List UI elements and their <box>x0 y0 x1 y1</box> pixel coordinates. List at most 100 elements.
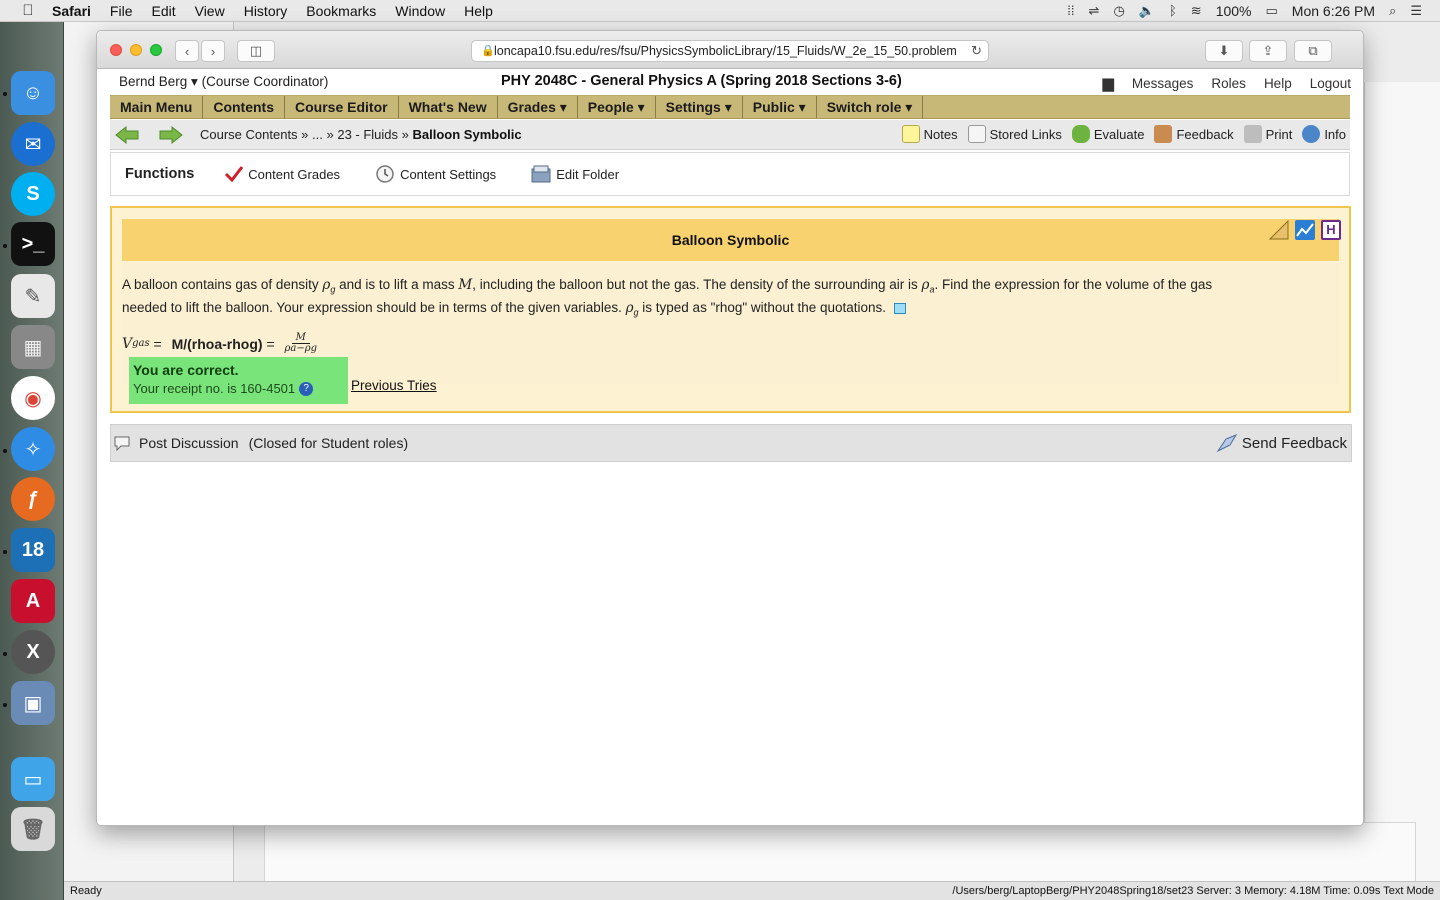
help-h-icon[interactable]: H <box>1321 220 1341 240</box>
battery-percent[interactable]: 100% <box>1216 3 1252 19</box>
thunderbird-icon[interactable]: ✉ <box>11 122 55 166</box>
tabs-overview-button[interactable]: ⧉ <box>1294 40 1332 62</box>
ruler-icon[interactable] <box>1268 219 1289 240</box>
apple-menu-icon[interactable]:  <box>18 2 38 19</box>
crumb-ellipsis[interactable]: ... <box>312 127 323 142</box>
volume-icon[interactable]: 🔈 <box>1139 3 1155 19</box>
note-icon[interactable] <box>893 302 906 314</box>
spotlight-search-icon[interactable]: ⌕ <box>1389 3 1396 19</box>
function-content-settings[interactable]: Content Settings <box>374 164 496 184</box>
nav-public[interactable]: Public ▾ <box>743 96 817 118</box>
tool-stored-links-label: Stored Links <box>989 126 1062 142</box>
tool-info[interactable]: Info <box>1302 125 1346 143</box>
skype-icon[interactable]: S <box>11 172 55 216</box>
x11-icon[interactable]: X <box>11 630 55 674</box>
nav-whats-new[interactable]: What's New <box>399 96 498 118</box>
preview-icon[interactable]: ▣ <box>11 681 55 725</box>
nav-switch-role[interactable]: Switch role ▾ <box>817 96 924 118</box>
menu-app-name[interactable]: Safari <box>52 3 91 19</box>
nav-main-menu[interactable]: Main Menu <box>110 96 204 118</box>
safari-icon[interactable]: ✧ <box>11 427 55 471</box>
folder-icon[interactable]: ▭ <box>11 757 55 801</box>
menu-bookmarks[interactable]: Bookmarks <box>306 3 376 19</box>
breadcrumb-bar: Course Contents » ... » 23 - Fluids » Ba… <box>110 120 1350 150</box>
activity-icon[interactable]: ⁞⁞ <box>1067 3 1074 18</box>
link-roles[interactable]: Roles <box>1211 76 1246 91</box>
menu-window[interactable]: Window <box>395 3 445 19</box>
back-button[interactable]: ‹ <box>175 40 199 62</box>
help-icon[interactable]: ? <box>299 381 314 396</box>
reload-icon[interactable]: ↻ <box>971 43 982 59</box>
menu-view[interactable]: View <box>195 3 225 19</box>
send-feedback-button[interactable]: Send Feedback <box>1216 433 1347 453</box>
tool-feedback[interactable]: Feedback <box>1154 125 1234 143</box>
menu-edit[interactable]: Edit <box>151 3 175 19</box>
forward-arrow-icon[interactable] <box>158 125 184 145</box>
crumb-current: Balloon Symbolic <box>412 127 522 142</box>
safari-window: ‹ › ◫ 🔒 loncapa10.fsu.edu/res/fsu/Physic… <box>96 30 1364 826</box>
submitted-answer: M/(rhoa-rhog) <box>171 335 263 352</box>
notification-center-icon[interactable]: ☰ <box>1410 3 1422 19</box>
user-name-menu[interactable]: Bernd Berg ▾ <box>119 74 198 89</box>
background-status-bar: Ready /Users/berg/LaptopBerg/PHY2048Spri… <box>64 881 1440 900</box>
minimize-window-button[interactable] <box>130 44 142 56</box>
previous-tries-link[interactable]: Previous Tries <box>351 378 437 393</box>
address-bar[interactable]: 🔒 loncapa10.fsu.edu/res/fsu/PhysicsSymbo… <box>471 40 989 62</box>
chart-icon[interactable] <box>1295 220 1315 240</box>
firefox-icon[interactable]: ƒ <box>11 477 55 521</box>
close-window-button[interactable] <box>110 44 122 56</box>
finder-icon[interactable]: ☺ <box>11 71 55 115</box>
textedit-icon[interactable]: ✎ <box>11 274 55 318</box>
url-text: loncapa10.fsu.edu/res/fsu/PhysicsSymboli… <box>494 44 957 58</box>
tool-notes[interactable]: Notes <box>901 125 958 143</box>
back-arrow-icon[interactable] <box>114 125 140 145</box>
sidebar-toggle-button[interactable]: ◫ <box>237 40 275 62</box>
tool-print[interactable]: Print <box>1243 125 1292 143</box>
wifi-icon[interactable]: ≋ <box>1191 3 1202 19</box>
crumb-course-contents[interactable]: Course Contents <box>200 127 298 142</box>
bluetooth-icon[interactable]: ᛒ <box>1169 3 1177 18</box>
menu-help[interactable]: Help <box>464 3 493 19</box>
discussion-bar: Post Discussion (Closed for Student role… <box>110 424 1352 462</box>
notes-icon <box>901 125 920 143</box>
nav-course-editor[interactable]: Course Editor <box>285 96 399 118</box>
menu-file[interactable]: File <box>110 3 133 19</box>
downloads-button[interactable]: ⬇ <box>1205 40 1243 62</box>
time-machine-icon[interactable]: ◷ <box>1113 3 1124 19</box>
maple-icon[interactable]: 18 <box>11 528 55 572</box>
crumb-separator: » <box>398 127 413 142</box>
function-edit-folder[interactable]: Edit Folder <box>530 164 619 184</box>
sync-icon[interactable]: ⇌ <box>1089 3 1100 19</box>
link-logout[interactable]: Logout <box>1310 76 1351 91</box>
terminal-icon[interactable]: >_ <box>11 222 55 266</box>
breadcrumb: Course Contents » ... » 23 - Fluids » Ba… <box>200 127 522 142</box>
share-button[interactable]: ⇪ <box>1249 40 1287 62</box>
bookmark-icon <box>967 125 986 143</box>
clock[interactable]: Mon 6:26 PM <box>1292 3 1375 19</box>
link-help[interactable]: Help <box>1264 76 1292 91</box>
calculator-icon[interactable]: ▦ <box>11 325 55 369</box>
forward-button[interactable]: › <box>201 40 225 62</box>
chrome-icon[interactable]: ◉ <box>11 376 55 420</box>
post-discussion[interactable]: Post Discussion <box>113 434 239 452</box>
function-content-grades[interactable]: Content Grades <box>224 165 340 183</box>
nav-settings[interactable]: Settings ▾ <box>656 96 743 118</box>
status-details: /Users/berg/LaptopBerg/PHY2048Spring18/s… <box>952 885 1434 897</box>
zoom-window-button[interactable] <box>150 44 162 56</box>
nav-contents[interactable]: Contents <box>203 96 286 118</box>
inbox-icon[interactable]: ▆ <box>1102 74 1114 92</box>
problem-header: Balloon Symbolic <box>122 219 1339 261</box>
link-messages[interactable]: Messages <box>1132 76 1194 91</box>
menu-history[interactable]: History <box>244 3 288 19</box>
dock: ☺ ✉ S >_ ✎ ▦ ◉ ✧ ƒ 18 A X ▣ ▭ 🗑 <box>0 22 64 900</box>
tabs-icon: ⧉ <box>1308 43 1318 58</box>
problem-title: Balloon Symbolic <box>671 232 790 248</box>
post-discussion-label: Post Discussion <box>139 435 239 451</box>
tool-stored-links[interactable]: Stored Links <box>967 125 1062 143</box>
crumb-fluids[interactable]: 23 - Fluids <box>337 127 398 142</box>
nav-people[interactable]: People ▾ <box>578 96 656 118</box>
acrobat-icon[interactable]: A <box>11 579 55 623</box>
tool-evaluate[interactable]: Evaluate <box>1071 125 1144 143</box>
nav-grades[interactable]: Grades ▾ <box>498 96 578 118</box>
trash-icon[interactable]: 🗑 <box>11 807 55 851</box>
